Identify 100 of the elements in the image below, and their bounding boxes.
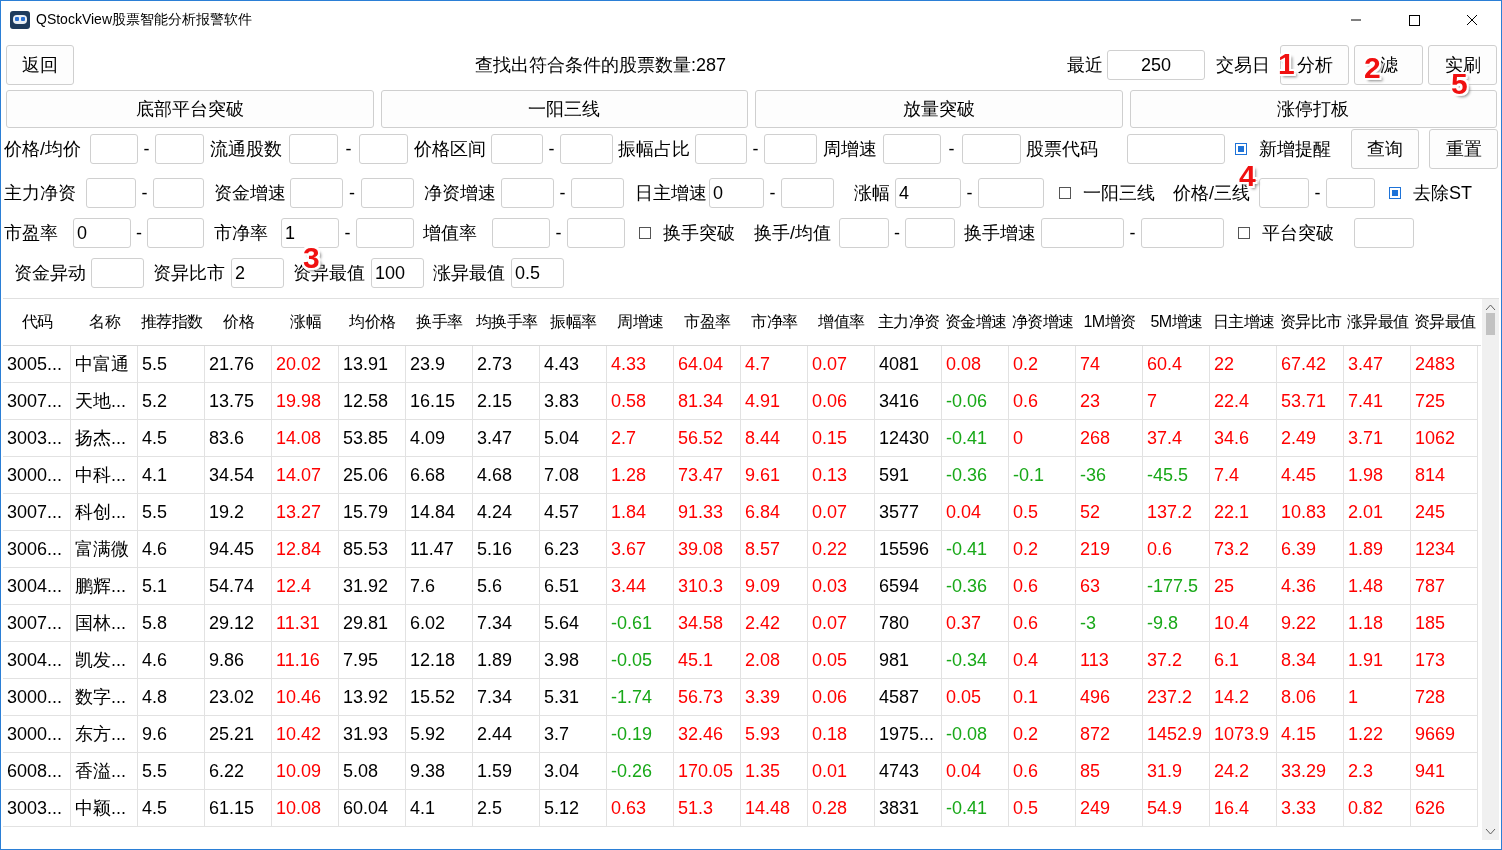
table-cell: 1.89 — [1344, 531, 1411, 568]
column-header[interactable]: 周增速 — [607, 311, 674, 333]
filter-field[interactable] — [978, 178, 1044, 208]
table-cell: 34.54 — [205, 457, 272, 494]
strategy-button[interactable]: 放量突破 — [755, 90, 1123, 128]
filter-checkbox[interactable]: 去除ST — [1389, 181, 1479, 205]
filter-field[interactable] — [155, 134, 204, 164]
filter-field[interactable] — [1259, 178, 1309, 208]
column-header[interactable]: 资异最值 — [1411, 311, 1478, 333]
filter-field[interactable] — [839, 218, 889, 248]
filter-field[interactable] — [1127, 134, 1225, 164]
filter-field[interactable] — [764, 134, 817, 164]
table-cell: 扬杰... — [71, 420, 138, 457]
table-cell: 23 — [1076, 383, 1143, 420]
table-cell: 8.57 — [741, 531, 808, 568]
filter-checkbox[interactable]: 新增提醒 — [1235, 137, 1335, 161]
filter-field[interactable] — [356, 218, 414, 248]
table-cell: 2.5 — [473, 790, 540, 827]
filter-field[interactable] — [492, 218, 550, 248]
filter-button[interactable]: 查询 — [1351, 129, 1419, 169]
table-cell: -0.61 — [607, 605, 674, 642]
column-header[interactable]: 5M增速 — [1143, 311, 1210, 333]
table-cell: 0.2 — [1009, 716, 1076, 753]
filter-checkbox[interactable]: 平台突破 — [1238, 221, 1348, 245]
filter-field[interactable] — [571, 178, 624, 208]
table-cell: 13.91 — [339, 346, 406, 383]
column-header[interactable]: 市盈率 — [674, 311, 741, 333]
filter-field[interactable] — [1041, 218, 1124, 248]
column-header[interactable]: 增值率 — [808, 311, 875, 333]
column-header[interactable]: 名称 — [71, 311, 138, 333]
filter-field[interactable] — [501, 178, 554, 208]
filter-field[interactable]: 100 — [371, 258, 424, 288]
table-cell: 37.2 — [1143, 642, 1210, 679]
column-header[interactable]: 净资增速 — [1009, 311, 1076, 333]
back-button[interactable]: 返回 — [6, 45, 74, 85]
filter-field[interactable]: 1 — [281, 218, 339, 248]
scrollbar[interactable] — [1482, 299, 1499, 840]
scroll-down-icon[interactable] — [1485, 828, 1496, 835]
filter-field[interactable] — [905, 218, 955, 248]
column-header[interactable]: 1M增资 — [1076, 311, 1143, 333]
column-header[interactable]: 换手率 — [406, 311, 473, 333]
scroll-thumb[interactable] — [1486, 313, 1495, 335]
table-cell: 13.75 — [205, 383, 272, 420]
scroll-up-icon[interactable] — [1485, 304, 1496, 311]
filter-field[interactable] — [359, 134, 408, 164]
filter-field[interactable] — [153, 178, 204, 208]
filter-field[interactable] — [147, 218, 204, 248]
filter-field[interactable]: 0.5 — [511, 258, 564, 288]
table-cell: 1.28 — [607, 457, 674, 494]
column-header[interactable]: 代码 — [3, 311, 71, 333]
maximize-icon[interactable] — [1408, 14, 1420, 26]
column-header[interactable]: 资金增速 — [942, 311, 1009, 333]
column-header[interactable]: 均价格 — [339, 311, 406, 333]
filter-field[interactable] — [695, 134, 747, 164]
filter-field[interactable] — [491, 134, 543, 164]
filter-field[interactable] — [567, 218, 625, 248]
column-header[interactable]: 市净率 — [741, 311, 808, 333]
filter-field[interactable] — [90, 134, 138, 164]
table-cell: -0.26 — [607, 753, 674, 790]
column-header[interactable]: 价格 — [205, 311, 272, 333]
filter-field[interactable] — [883, 134, 941, 164]
filter-field[interactable] — [1141, 218, 1224, 248]
filter-label: 资异比市 — [153, 262, 226, 285]
table-cell: 249 — [1076, 790, 1143, 827]
close-icon[interactable] — [1466, 14, 1478, 26]
filter-checkbox[interactable]: 换手突破 — [639, 221, 749, 245]
filter-label: 股票代码 — [1026, 138, 1099, 161]
table-cell: 6008... — [3, 753, 71, 790]
column-header[interactable]: 资异比市 — [1277, 311, 1344, 333]
filter-field[interactable] — [91, 258, 144, 288]
days-field[interactable]: 250 — [1107, 50, 1205, 80]
table-cell: 81.34 — [674, 383, 741, 420]
filter-field[interactable]: 0 — [709, 178, 764, 208]
table-cell: 2.01 — [1344, 494, 1411, 531]
column-header[interactable]: 涨幅 — [272, 311, 339, 333]
column-header[interactable]: 均换手率 — [473, 311, 540, 333]
filter-field[interactable] — [86, 178, 136, 208]
filter-field[interactable] — [781, 178, 834, 208]
filter-field[interactable] — [1326, 178, 1375, 208]
filter-checkbox[interactable]: 一阳三线 — [1059, 181, 1167, 205]
filter-field[interactable] — [1354, 218, 1414, 248]
column-header[interactable]: 涨异最值 — [1344, 311, 1411, 333]
column-header[interactable]: 振幅率 — [540, 311, 607, 333]
filter-field[interactable] — [361, 178, 414, 208]
column-header[interactable]: 主力净资 — [875, 311, 942, 333]
filter-field[interactable] — [289, 134, 338, 164]
strategy-button[interactable]: 底部平台突破 — [6, 90, 374, 128]
filter-field[interactable]: 2 — [231, 258, 284, 288]
filter-field[interactable] — [560, 134, 613, 164]
table-cell: 7.4 — [1210, 457, 1277, 494]
filter-field[interactable] — [290, 178, 343, 208]
table-cell: 0.22 — [808, 531, 875, 568]
filter-field[interactable] — [962, 134, 1021, 164]
table-cell: -0.36 — [942, 457, 1009, 494]
column-header[interactable]: 日主增速 — [1210, 311, 1277, 333]
column-header[interactable]: 推荐指数 — [138, 311, 205, 333]
filter-field[interactable]: 4 — [895, 178, 961, 208]
filter-field[interactable]: 0 — [73, 218, 131, 248]
strategy-button[interactable]: 一阳三线 — [380, 90, 748, 128]
filter-button[interactable]: 重置 — [1429, 129, 1498, 169]
